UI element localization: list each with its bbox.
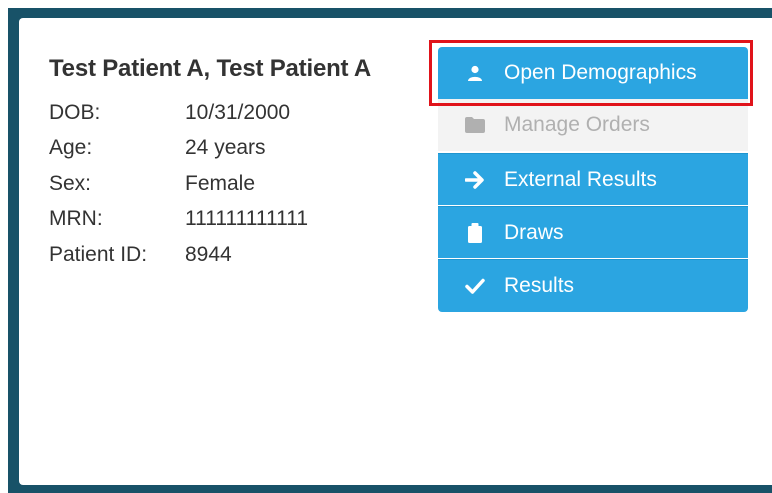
clipboard-icon [464, 222, 486, 244]
age-value: 24 years [185, 136, 266, 160]
results-button[interactable]: Results [438, 259, 748, 312]
mrn-label: MRN: [49, 207, 103, 231]
mrn-row: MRN: 111111111111 [49, 202, 308, 238]
patient-id-row: Patient ID: 8944 [49, 237, 308, 273]
patient-info: DOB: 10/31/2000 Age: 24 years Sex: Femal… [49, 95, 308, 273]
dob-label: DOB: [49, 100, 101, 124]
patient-id-value: 8944 [185, 242, 232, 266]
sex-label: Sex: [49, 171, 92, 195]
mrn-value: 111111111111 [185, 207, 309, 231]
dob-value: 10/31/2000 [185, 100, 291, 124]
patient-actions-menu: Open Demographics Manage Orders External… [438, 47, 748, 312]
external-results-button[interactable]: External Results [438, 153, 748, 205]
manage-orders-button[interactable]: Manage Orders [438, 99, 748, 151]
external-results-label: External Results [504, 167, 657, 191]
manage-orders-label: Manage Orders [504, 113, 650, 136]
checkmark-icon [464, 275, 486, 297]
results-label: Results [504, 274, 575, 297]
sex-row: Sex: Female [49, 166, 308, 202]
arrow-right-icon [464, 169, 486, 191]
patient-id-label: Patient ID: [49, 242, 148, 266]
user-icon [464, 62, 486, 84]
patient-name: Test Patient A, Test Patient A [49, 55, 372, 82]
folder-icon [464, 114, 486, 136]
age-row: Age: 24 years [49, 131, 308, 167]
open-demographics-label: Open Demographics [504, 61, 697, 84]
draws-label: Draws [504, 220, 564, 244]
age-label: Age: [49, 136, 93, 160]
dob-row: DOB: 10/31/2000 [49, 95, 308, 131]
sex-value: Female [185, 171, 256, 195]
open-demographics-button[interactable]: Open Demographics [438, 47, 748, 99]
draws-button[interactable]: Draws [438, 206, 748, 258]
